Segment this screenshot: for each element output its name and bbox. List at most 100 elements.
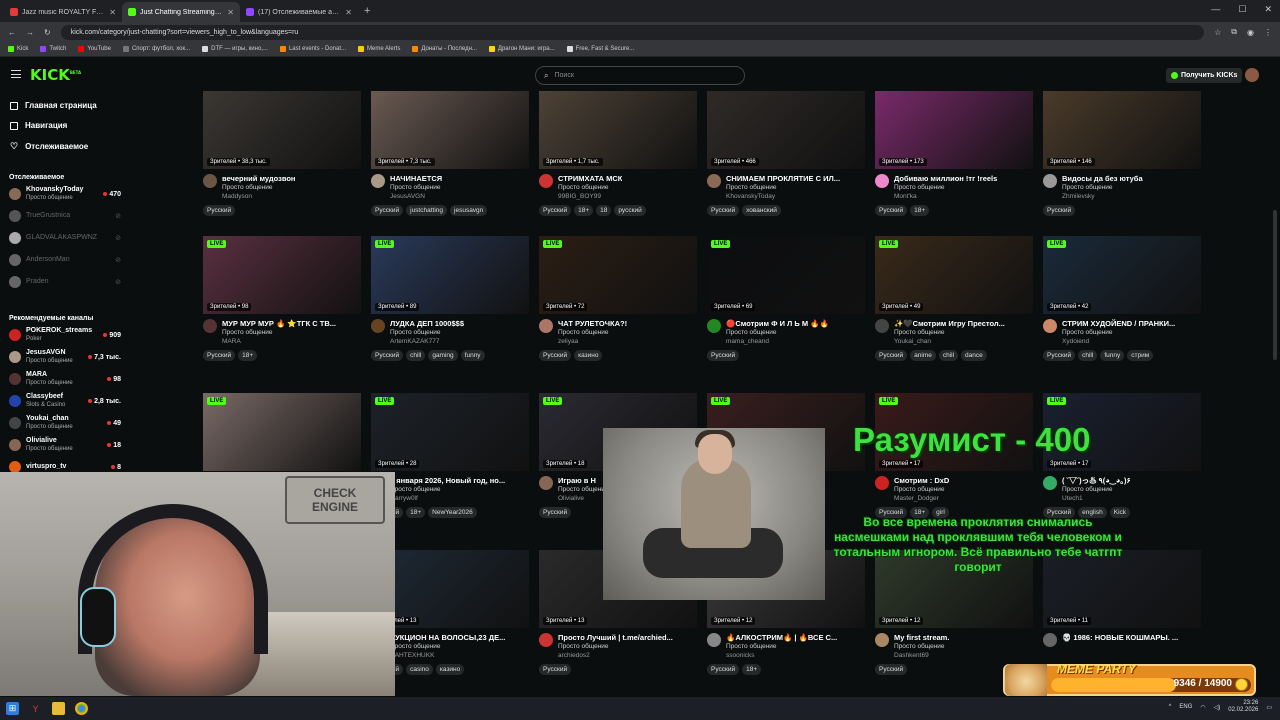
- tag-chip[interactable]: funny: [1100, 350, 1125, 361]
- streamer-name[interactable]: Zhmilevsky: [1062, 192, 1143, 201]
- bookmark-item[interactable]: Kick: [8, 46, 28, 52]
- stream-title[interactable]: Добиваю миллион !тг !reels: [894, 174, 997, 183]
- scroll-thumb[interactable]: [1273, 210, 1277, 360]
- stream-title[interactable]: 🔴Смотрим Ф И Л Ь М 🔥🔥: [726, 319, 829, 328]
- yandex-browser-icon[interactable]: Y: [29, 702, 42, 715]
- search-input[interactable]: ⌕ Поиск: [535, 66, 745, 85]
- new-tab-button[interactable]: +: [364, 5, 370, 17]
- streamer-avatar[interactable]: [1043, 174, 1057, 188]
- stream-title[interactable]: 🔥АЛКОСТРИМ🔥 | 🔥ВСЕ С...: [726, 633, 837, 642]
- streamer-name[interactable]: CAHTEXHUKK: [390, 651, 505, 660]
- stream-category[interactable]: Просто общение: [894, 642, 949, 651]
- streamer-name[interactable]: KhovanskyToday: [726, 192, 840, 201]
- volume-icon[interactable]: ◁): [1214, 704, 1221, 711]
- tag-chip[interactable]: Русский: [875, 350, 908, 361]
- tag-chip[interactable]: funny: [460, 350, 485, 361]
- stream-category[interactable]: Просто общение: [390, 183, 442, 192]
- user-avatar[interactable]: [1245, 68, 1259, 82]
- streamer-avatar[interactable]: [539, 174, 553, 188]
- streamer-avatar[interactable]: [707, 174, 721, 188]
- stream-thumbnail[interactable]: LIVE Зрителей • 98: [203, 236, 361, 314]
- stream-thumbnail[interactable]: Зрителей • 1,7 тыс.: [539, 91, 697, 169]
- recommended-channel[interactable]: POKEROK_streams Poker 909: [9, 326, 121, 344]
- tab-close-icon[interactable]: ✕: [227, 8, 234, 17]
- stream-category[interactable]: Просто общение: [726, 328, 829, 337]
- stream-title[interactable]: 💀 1986: НОВЫЕ КОШМАРЫ. ...: [1062, 633, 1178, 642]
- tag-chip[interactable]: 18+: [910, 205, 930, 216]
- stream-category[interactable]: Просто общение: [1062, 183, 1143, 192]
- stream-category[interactable]: Просто общение: [1062, 485, 1131, 494]
- tag-chip[interactable]: justchatting: [406, 205, 448, 216]
- stream-title[interactable]: Играю в Н: [558, 476, 609, 485]
- stream-title[interactable]: Просто Лучший | t.me/archied...: [558, 633, 673, 642]
- streamer-name[interactable]: zeliyaa: [558, 337, 627, 346]
- back-icon[interactable]: ←: [8, 28, 16, 37]
- tag-chip[interactable]: Русский: [203, 350, 236, 361]
- browser-tab[interactable]: Jazz music ROYALTY FREE Fo ✕: [4, 2, 122, 22]
- wifi-icon[interactable]: ◠: [1200, 704, 1205, 711]
- stream-card[interactable]: LIVE Зрителей • 49 ✨🖤Смотрим Игру Престол.…: [875, 236, 1033, 361]
- tag-chip[interactable]: NewYear2026: [428, 507, 477, 518]
- streamer-avatar[interactable]: [875, 476, 889, 490]
- file-explorer-icon[interactable]: [52, 702, 65, 715]
- stream-category[interactable]: Просто общение: [390, 328, 464, 337]
- streamer-name[interactable]: MARA: [222, 337, 336, 346]
- tag-chip[interactable]: chill: [406, 350, 426, 361]
- nav-following[interactable]: ♡ Отслеживаемое: [10, 141, 88, 152]
- tab-close-icon[interactable]: ✕: [345, 8, 352, 17]
- tag-chip[interactable]: dance: [961, 350, 987, 361]
- menu-dots-icon[interactable]: ⋮: [1264, 28, 1272, 37]
- bookmark-item[interactable]: Last events - Donat...: [279, 46, 346, 52]
- streamer-name[interactable]: JesusAVGN: [390, 192, 442, 201]
- stream-title[interactable]: Смотрим : DxD: [894, 476, 949, 485]
- bookmark-item[interactable]: Twitch: [40, 46, 66, 52]
- streamer-avatar[interactable]: [707, 633, 721, 647]
- streamer-name[interactable]: Xydoiend: [1062, 337, 1175, 346]
- chrome-icon[interactable]: [75, 702, 88, 715]
- tag-chip[interactable]: Русский: [707, 205, 740, 216]
- streamer-avatar[interactable]: [539, 633, 553, 647]
- profile-icon[interactable]: ◉: [1247, 28, 1254, 37]
- minimize-icon[interactable]: —: [1211, 4, 1220, 15]
- stream-title[interactable]: СТРИМ ХУДОЙEND / ПРАНКИ...: [1062, 319, 1175, 328]
- stream-card[interactable]: LIVE Зрителей • 72 ЧАТ РУЛЕТОЧКА?! Просто о…: [539, 236, 697, 361]
- stream-title[interactable]: 1 января 2026, Новый год, но...: [390, 476, 505, 485]
- stream-category[interactable]: Просто общение: [558, 485, 609, 494]
- bookmark-item[interactable]: Спорт: футбол, хок...: [122, 46, 190, 52]
- stream-thumbnail[interactable]: LIVE Зрителей • 42: [1043, 236, 1201, 314]
- stream-title[interactable]: ( ˘▽˘)っ♨ ٩(◕‿◕｡)۶: [1062, 476, 1131, 485]
- tag-chip[interactable]: 18+: [574, 205, 594, 216]
- tag-chip[interactable]: 18+: [238, 350, 258, 361]
- tag-chip[interactable]: 18+: [406, 507, 426, 518]
- notifications-icon[interactable]: ▭: [1266, 704, 1272, 711]
- tag-chip[interactable]: хованский: [742, 205, 781, 216]
- tag-chip[interactable]: gaming: [428, 350, 458, 361]
- tag-chip[interactable]: Русский: [539, 205, 572, 216]
- stream-category[interactable]: Просто общение: [894, 328, 1005, 337]
- hamburger-menu-icon[interactable]: [11, 70, 21, 78]
- recommended-channel[interactable]: Classybeef Slots & Casino 2,8 тыс.: [9, 392, 121, 410]
- stream-category[interactable]: Просто общение: [558, 642, 673, 651]
- tag-chip[interactable]: Русский: [875, 205, 908, 216]
- tag-chip[interactable]: Русский: [707, 664, 740, 675]
- tag-chip[interactable]: Русский: [875, 664, 908, 675]
- stream-card[interactable]: Зрителей • 466 СНИМАЕМ ПРОКЛЯТИЕ С ИЛ... П…: [707, 91, 865, 216]
- bookmark-item[interactable]: Meme Alerts: [358, 46, 400, 52]
- streamer-avatar[interactable]: [371, 319, 385, 333]
- stream-thumbnail[interactable]: Зрителей • 173: [875, 91, 1033, 169]
- stream-card[interactable]: Зрителей • 146 Видосы да без ютуба Просто …: [1043, 91, 1201, 216]
- stream-category[interactable]: Просто общение: [390, 485, 505, 494]
- url-field[interactable]: kick.com/category/just-chatting?sort=vie…: [60, 24, 1205, 40]
- tag-chip[interactable]: Русский: [539, 664, 572, 675]
- stream-thumbnail[interactable]: LIVE Зрителей • 69: [707, 236, 865, 314]
- streamer-avatar[interactable]: [875, 174, 889, 188]
- streamer-avatar[interactable]: [539, 476, 553, 490]
- tray-chevron-icon[interactable]: ^: [1169, 704, 1172, 710]
- recommended-channel[interactable]: MARA Просто общение 98: [9, 370, 121, 388]
- tab-close-icon[interactable]: ✕: [109, 8, 116, 17]
- tag-chip[interactable]: casino: [406, 664, 433, 675]
- tag-chip[interactable]: Русский: [371, 205, 404, 216]
- following-channel[interactable]: GLADVALAKASPWNZ ⊘: [9, 229, 121, 247]
- streamer-avatar[interactable]: [1043, 633, 1057, 647]
- streamer-avatar[interactable]: [707, 319, 721, 333]
